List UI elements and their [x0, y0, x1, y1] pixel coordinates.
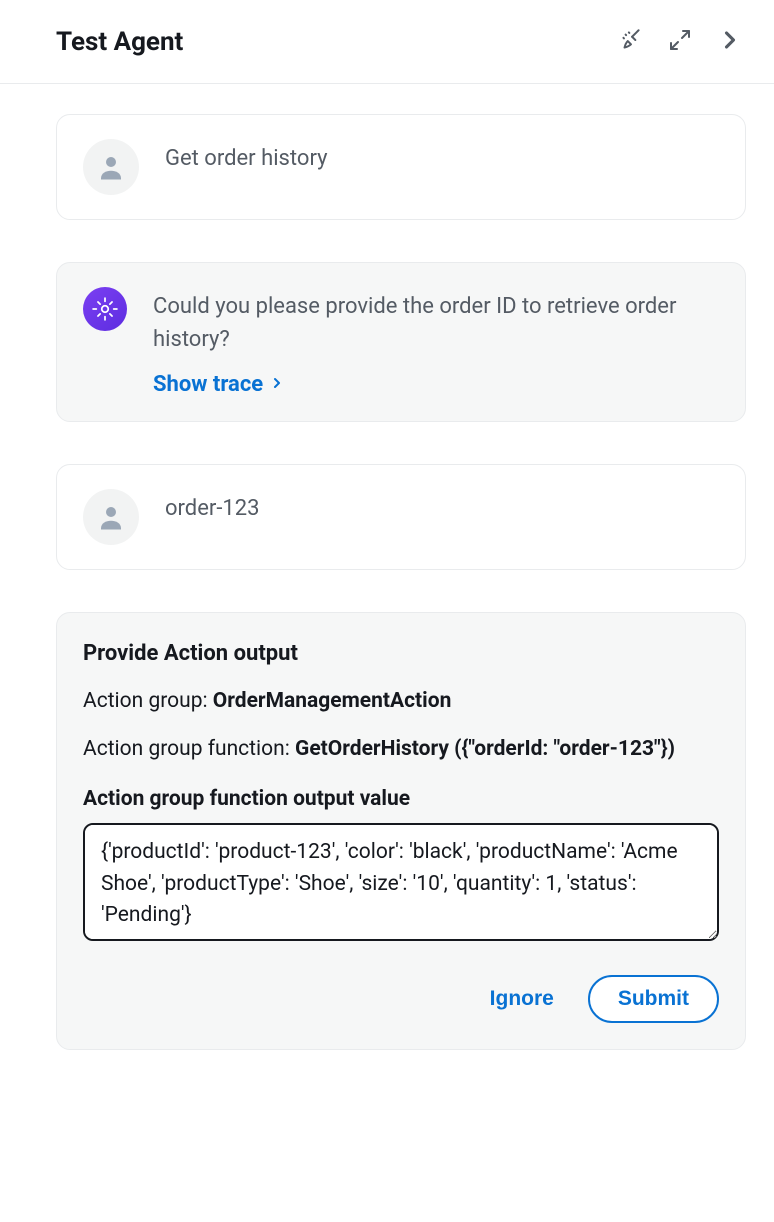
panel-title: Test Agent: [56, 27, 183, 57]
show-trace-link[interactable]: Show trace: [153, 372, 285, 397]
submit-button[interactable]: Submit: [588, 975, 719, 1023]
broom-icon: [618, 27, 644, 56]
output-value-label: Action group function output value: [83, 787, 719, 811]
action-panel-title: Provide Action output: [83, 641, 719, 666]
collapse-panel-button[interactable]: [714, 24, 746, 59]
action-function-line: Action group function: GetOrderHistory (…: [83, 734, 719, 766]
agent-message: Could you please provide the order ID to…: [56, 262, 746, 422]
message-text: Get order history: [165, 142, 719, 175]
action-buttons: Ignore Submit: [83, 975, 719, 1023]
action-output-panel: Provide Action output Action group: Orde…: [56, 612, 746, 1050]
action-group-value: OrderManagementAction: [213, 689, 452, 713]
expand-button[interactable]: [666, 26, 694, 57]
chat-area: Get order history Could you please provi…: [0, 84, 774, 1080]
panel-header: Test Agent: [0, 0, 774, 84]
action-group-label: Action group:: [83, 689, 213, 713]
header-actions: [616, 24, 746, 59]
user-avatar-icon: [83, 139, 139, 195]
message-body: Get order history: [165, 139, 719, 175]
chevron-right-icon: [269, 372, 285, 397]
ignore-button[interactable]: Ignore: [480, 979, 564, 1019]
expand-icon: [668, 28, 692, 55]
message-text: Could you please provide the order ID to…: [153, 290, 719, 356]
user-message: Get order history: [56, 114, 746, 220]
user-message: order-123: [56, 464, 746, 570]
message-body: Could you please provide the order ID to…: [153, 287, 719, 397]
clear-button[interactable]: [616, 25, 646, 58]
chevron-right-icon: [716, 26, 744, 57]
message-text: order-123: [165, 492, 719, 525]
show-trace-label: Show trace: [153, 372, 263, 397]
action-function-value: GetOrderHistory ({"orderId: "order-123"}…: [295, 737, 675, 761]
output-value-textarea[interactable]: [83, 823, 719, 941]
message-body: order-123: [165, 489, 719, 525]
action-function-label: Action group function:: [83, 737, 295, 761]
action-group-line: Action group: OrderManagementAction: [83, 686, 719, 718]
agent-avatar-icon: [83, 287, 127, 331]
user-avatar-icon: [83, 489, 139, 545]
